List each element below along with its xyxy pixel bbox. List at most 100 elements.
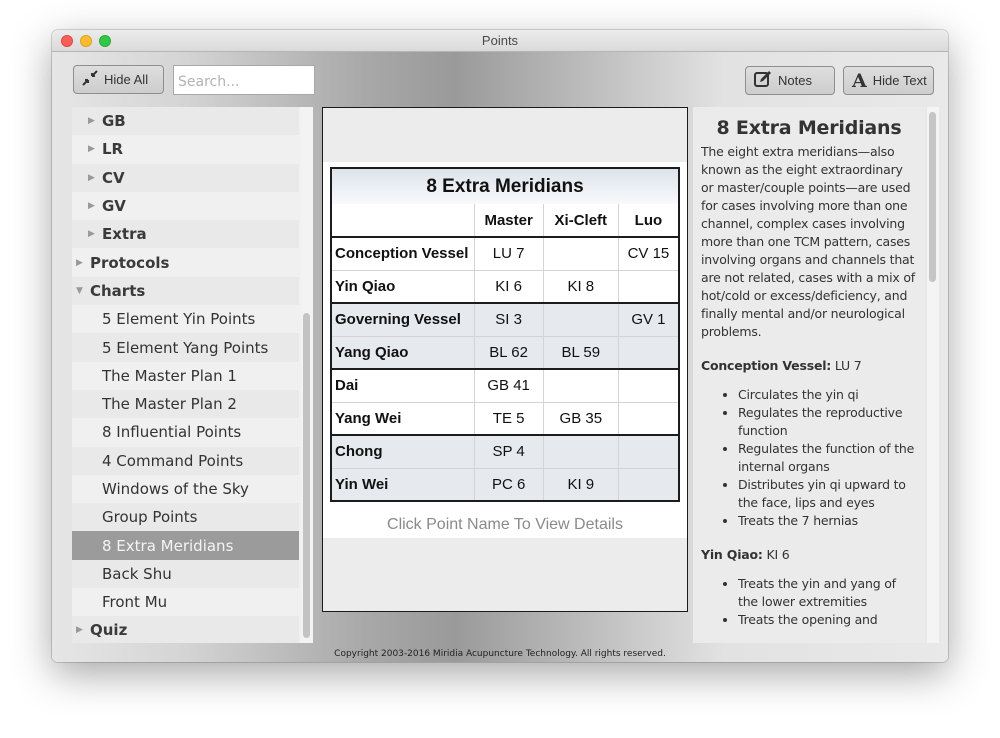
master-point-cell[interactable]: PC 6: [473, 467, 544, 502]
sidebar-item-label: Protocols: [90, 253, 170, 272]
hide-all-button[interactable]: Hide All: [73, 65, 164, 94]
sidebar-item-8-influential-points[interactable]: 8 Influential Points: [72, 418, 299, 447]
hide-text-button[interactable]: A Hide Text: [843, 66, 934, 95]
sidebar-scrollbar-thumb[interactable]: [303, 313, 310, 638]
disclosure-collapsed-icon[interactable]: ▶: [88, 116, 102, 126]
sidebar-item-8-extra-meridians[interactable]: 8 Extra Meridians: [72, 531, 299, 560]
sidebar-item-label: The Master Plan 2: [102, 395, 237, 414]
edit-note-icon: [754, 71, 772, 90]
master-point-cell[interactable]: GB 41: [473, 368, 544, 403]
master-point-cell[interactable]: SP 4: [473, 434, 544, 469]
sidebar-item-gv[interactable]: ▶ GV: [72, 191, 299, 221]
sidebar-item-charts[interactable]: ▼ Charts: [72, 276, 299, 306]
meridian-name-cell[interactable]: Yin Qiao: [330, 269, 475, 304]
details-intro: The eight extra meridians—also known as …: [701, 144, 916, 339]
sidebar-item-back-shu[interactable]: Back Shu: [72, 559, 299, 589]
list-item: Treats the 7 hernias: [738, 512, 917, 530]
disclosure-collapsed-icon[interactable]: ▶: [76, 258, 90, 268]
sidebar-item-label: The Master Plan 1: [102, 366, 237, 385]
list-item: Regulates the reproductive function: [738, 404, 917, 440]
xi-cleft-point-cell[interactable]: KI 9: [542, 467, 619, 502]
sidebar-item-group-points[interactable]: Group Points: [72, 503, 299, 532]
luo-point-cell: [617, 401, 680, 436]
sidebar-tree: ▶ GB ▶ LR ▶ CV ▶ GV ▶ Extra ▶ Protocols ▼ Charts 5 Ele…: [72, 107, 313, 643]
notes-button[interactable]: Notes: [745, 66, 835, 95]
meridian-name-cell[interactable]: Yang Wei: [330, 401, 475, 436]
details-title: 8 Extra Meridians: [716, 117, 902, 139]
sidebar-item-5-element-yang-points[interactable]: 5 Element Yang Points: [72, 333, 299, 362]
master-point-cell[interactable]: LU 7: [473, 236, 544, 271]
hide-text-label: Hide Text: [872, 73, 927, 88]
hide-all-label: Hide All: [104, 72, 149, 87]
sidebar-item-windows-of-the-sky[interactable]: Windows of the Sky: [72, 474, 299, 504]
sidebar-item-extra[interactable]: ▶ Extra: [72, 220, 299, 249]
sidebar-item-label: Back Shu: [102, 564, 172, 583]
sidebar-item-label: Group Points: [102, 508, 198, 527]
disclosure-expanded-icon[interactable]: ▼: [76, 286, 90, 296]
xi-cleft-point-cell[interactable]: BL 59: [542, 335, 619, 370]
copyright-text: Copyright 2003-2016 Miridia Acupuncture …: [334, 649, 666, 659]
section-point: LU 7: [831, 358, 862, 373]
disclosure-collapsed-icon[interactable]: ▶: [88, 144, 102, 154]
xi-cleft-point-cell: [542, 368, 619, 403]
master-point-cell[interactable]: TE 5: [473, 401, 544, 436]
chart-title: 8 Extra Meridians: [330, 167, 680, 204]
luo-point-cell: [617, 467, 680, 502]
column-header-master: Master: [473, 204, 544, 238]
xi-cleft-point-cell[interactable]: KI 8: [542, 269, 619, 304]
sidebar-item-lr[interactable]: ▶ LR: [72, 135, 299, 164]
meridian-name-cell[interactable]: Chong: [330, 434, 475, 469]
sidebar-item-protocols[interactable]: ▶ Protocols: [72, 248, 299, 277]
sidebar-item-the-master-plan-2[interactable]: The Master Plan 2: [72, 389, 299, 419]
master-point-cell[interactable]: SI 3: [473, 302, 544, 337]
section-meridian-label: Yin Qiao:: [701, 547, 763, 562]
app-window: Points Hide All Notes A Hide Text ▶GB▶LR…: [52, 30, 948, 662]
meridian-name-cell[interactable]: Yang Qiao: [330, 335, 475, 370]
window-title: Points: [481, 33, 519, 48]
sidebar-item-label: Extra: [102, 225, 147, 244]
sidebar-item-label: Windows of the Sky: [102, 480, 249, 498]
sidebar-item-5-element-yin-points[interactable]: 5 Element Yin Points: [72, 305, 299, 334]
text-a-icon: A: [852, 69, 867, 92]
column-header-luo: Luo: [617, 204, 680, 238]
xi-cleft-point-cell[interactable]: GB 35: [542, 401, 619, 436]
table-row: Dai GB 41: [330, 368, 680, 403]
luo-point-cell[interactable]: CV 15: [617, 236, 680, 271]
disclosure-collapsed-icon[interactable]: ▶: [88, 173, 102, 183]
sidebar-item-label: 8 Extra Meridians: [102, 536, 234, 555]
details-section-heading: Yin Qiao: KI 6: [701, 547, 917, 562]
luo-point-cell[interactable]: GV 1: [617, 302, 680, 337]
disclosure-collapsed-icon[interactable]: ▶: [88, 201, 102, 211]
sidebar-item-label: 4 Command Points: [102, 451, 244, 470]
table-row: Yang Qiao BL 62 BL 59: [330, 335, 680, 370]
meridian-name-cell[interactable]: Yin Wei: [330, 467, 475, 502]
master-point-cell[interactable]: KI 6: [473, 269, 544, 304]
xi-cleft-point-cell: [542, 302, 619, 337]
disclosure-collapsed-icon[interactable]: ▶: [76, 625, 90, 635]
sidebar-item-4-command-points[interactable]: 4 Command Points: [72, 446, 299, 475]
sidebar-item-front-mu[interactable]: Front Mu: [72, 588, 299, 617]
sidebar-item-cv[interactable]: ▶ CV: [72, 163, 299, 192]
table-row: Governing Vessel SI 3 GV 1: [330, 302, 680, 337]
table-row: Conception Vessel LU 7 CV 15: [330, 236, 680, 271]
list-item: Regulates the function of the internal o…: [738, 440, 917, 476]
meridian-name-cell[interactable]: Conception Vessel: [330, 236, 475, 271]
disclosure-collapsed-icon[interactable]: ▶: [88, 229, 102, 239]
sidebar-item-quiz[interactable]: ▶ Quiz: [72, 616, 299, 643]
details-scrollbar-thumb[interactable]: [929, 112, 936, 282]
sidebar-item-label: GV: [102, 197, 126, 216]
list-item: Treats the yin and yang of the lower ext…: [738, 575, 917, 611]
collapse-arrows-icon: [82, 70, 98, 89]
search-input[interactable]: [173, 65, 315, 95]
section-meridian-label: Conception Vessel:: [701, 358, 832, 373]
sidebar-item-the-master-plan-1[interactable]: The Master Plan 1: [72, 361, 299, 390]
sidebar-item-gb[interactable]: ▶ GB: [72, 107, 299, 136]
list-item: Circulates the yin qi: [738, 386, 917, 404]
meridian-name-cell[interactable]: Governing Vessel: [330, 302, 475, 337]
section-point: KI 6: [762, 547, 790, 562]
sidebar-list: ▶ GB ▶ LR ▶ CV ▶ GV ▶ Extra ▶ Protocols ▼ Charts 5 Ele…: [72, 107, 313, 643]
xi-cleft-point-cell: [542, 236, 619, 271]
meridian-name-cell[interactable]: Dai: [330, 368, 475, 403]
meridians-table: 8 Extra Meridians Master Xi-Cleft Luo Co…: [330, 167, 680, 502]
master-point-cell[interactable]: BL 62: [473, 335, 544, 370]
